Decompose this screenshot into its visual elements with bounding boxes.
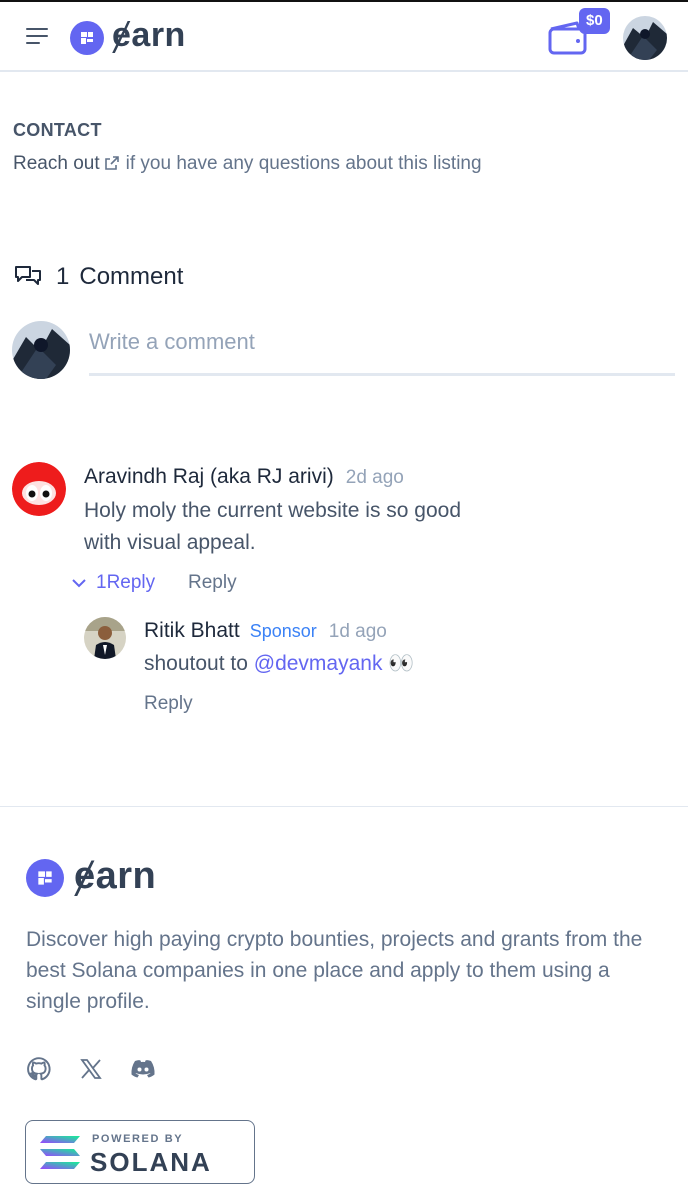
reply-text: shoutout to @devmayank 👀 [144, 648, 414, 680]
earn-logo-icon[interactable] [70, 21, 104, 55]
reply-text-prefix: shoutout to [144, 652, 254, 675]
discord-icon[interactable] [130, 1056, 156, 1082]
powered-by-solana-badge[interactable]: POWERED BY SOLANA [25, 1120, 255, 1184]
comment-author[interactable]: Aravindh Raj (aka RJ arivi) [84, 465, 334, 488]
wallet-balance-badge[interactable]: $0 [579, 8, 610, 34]
comment-text: Holy moly the current website is so good… [84, 499, 462, 554]
footer-earn-logo-text[interactable]: ɇarn [74, 857, 156, 895]
contact-text: Reach out if you have any questions about… [13, 153, 482, 175]
x-icon[interactable] [78, 1056, 104, 1082]
top-bar: ɇarn $0 [0, 0, 688, 72]
menu-icon[interactable] [26, 28, 50, 48]
contact-rest-text: if you have any questions about this lis… [125, 153, 482, 174]
comments-header: 1 Comment [14, 260, 193, 294]
comments-count: 1 [56, 263, 70, 290]
powered-by-text: POWERED BY [92, 1133, 184, 1145]
comment-input-wrapper [89, 320, 675, 376]
comment-time: 2d ago [345, 467, 404, 488]
github-icon[interactable] [26, 1056, 52, 1082]
replies-toggle[interactable]: 1Reply [70, 572, 155, 594]
reach-out-link[interactable]: Reach out [13, 153, 100, 174]
comments-icon [15, 266, 41, 285]
earn-logo-text[interactable]: ɇarn [112, 18, 186, 52]
footer-description: Discover high paying crypto bounties, pr… [26, 928, 643, 1013]
reply-button[interactable]: Reply [188, 572, 237, 594]
eyes-emoji: 👀 [388, 652, 415, 675]
sponsor-badge: Sponsor [249, 621, 317, 641]
footer: ɇarn Discover high paying crypto bountie… [0, 806, 688, 1200]
solana-wordmark: SOLANA [90, 1147, 212, 1177]
reply-time: 1d ago [328, 621, 387, 642]
footer-earn-logo-icon[interactable] [26, 859, 64, 897]
replies-count: 1Reply [96, 572, 156, 593]
reply-author-avatar[interactable] [84, 617, 126, 659]
social-links [26, 1056, 156, 1082]
external-link-icon[interactable] [104, 155, 120, 171]
reply-author[interactable]: Ritik Bhatt [144, 619, 240, 642]
chevron-down-icon [72, 579, 86, 588]
reply-button[interactable]: Reply [144, 693, 193, 715]
comments-label: Comment [79, 263, 184, 290]
current-user-avatar [12, 321, 70, 379]
contact-heading: CONTACT [13, 120, 102, 140]
comment-header: Aravindh Raj (aka RJ arivi) 2d ago [84, 465, 404, 489]
reply-header: Ritik Bhatt Sponsor 1d ago [144, 619, 387, 643]
commenter-avatar[interactable] [12, 462, 66, 516]
solana-logo-icon [40, 1136, 80, 1169]
comment-input[interactable] [89, 320, 675, 364]
user-avatar[interactable] [623, 16, 667, 60]
mention-link[interactable]: @devmayank [254, 652, 383, 675]
